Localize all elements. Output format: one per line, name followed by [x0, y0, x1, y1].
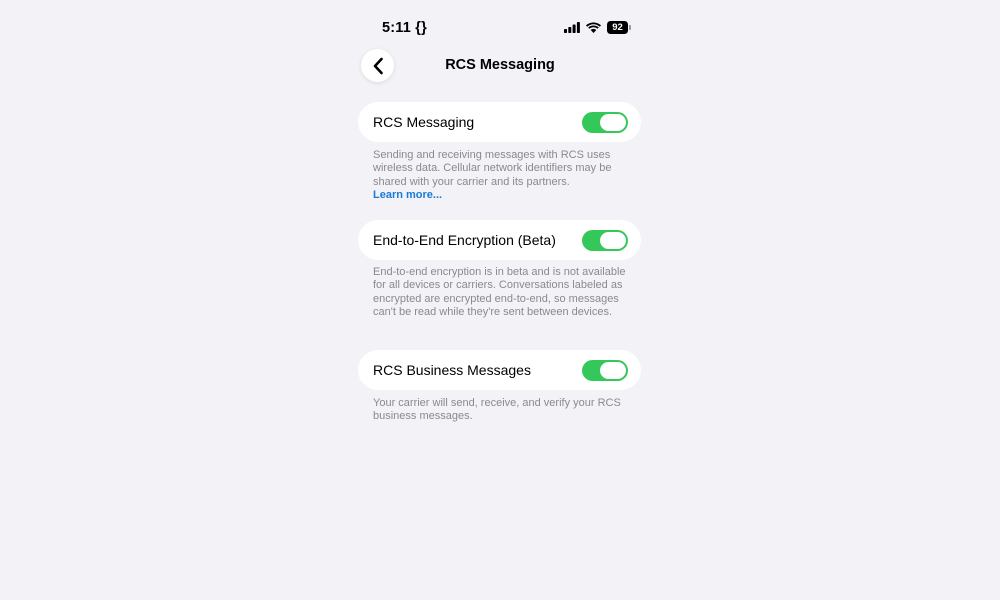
setting-label: End-to-End Encryption (Beta)	[373, 232, 556, 248]
business-messages-toggle[interactable]	[582, 360, 628, 381]
setting-footnote-business-messages: Your carrier will send, receive, and ver…	[373, 397, 635, 424]
signal-icon	[564, 22, 580, 33]
clock-time: 5:11	[382, 20, 412, 36]
toggle-knob	[600, 232, 626, 249]
learn-more-link[interactable]: Learn more...	[373, 189, 442, 201]
setting-label: RCS Messaging	[373, 114, 475, 130]
e2e-encryption-toggle[interactable]	[582, 230, 628, 251]
toggle-knob	[600, 114, 626, 131]
battery-tip	[629, 25, 631, 30]
wifi-icon	[586, 22, 601, 33]
status-time: 5:11 {}	[382, 20, 427, 36]
status-bar: 5:11 {} 92	[360, 18, 642, 40]
setting-label: RCS Business Messages	[373, 362, 531, 378]
page-title: RCS Messaging	[445, 57, 555, 73]
toggle-knob	[600, 362, 626, 379]
footnote-text: Sending and receiving messages with RCS …	[373, 149, 612, 188]
focus-indicator: {}	[415, 20, 427, 36]
setting-footnote-e2e-encryption: End-to-end encryption is in beta and is …	[373, 266, 635, 319]
status-indicators: 92	[564, 21, 631, 34]
setting-footnote-rcs-messaging: Sending and receiving messages with RCS …	[373, 149, 635, 202]
battery-level: 92	[612, 21, 623, 33]
rcs-messaging-toggle[interactable]	[582, 112, 628, 133]
setting-row-business-messages: RCS Business Messages	[358, 350, 641, 390]
footnote-text: Your carrier will send, receive, and ver…	[373, 397, 621, 423]
setting-row-e2e-encryption: End-to-End Encryption (Beta)	[358, 220, 641, 260]
footnote-text: End-to-end encryption is in beta and is …	[373, 266, 626, 318]
setting-row-rcs-messaging: RCS Messaging	[358, 102, 641, 142]
battery-icon: 92	[607, 21, 631, 34]
